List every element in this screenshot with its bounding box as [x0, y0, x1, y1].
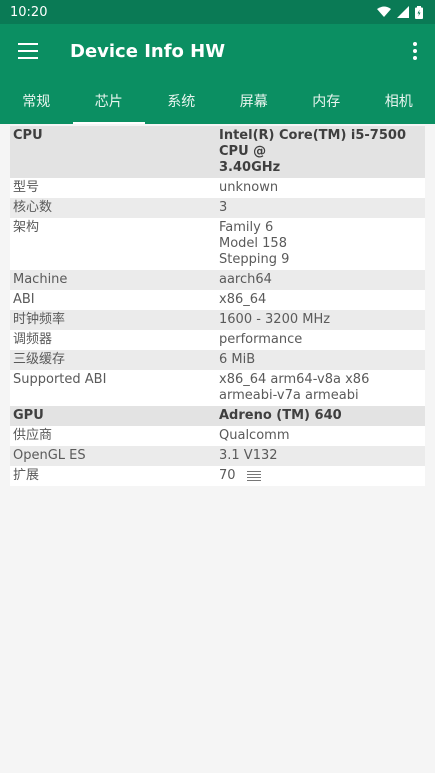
tab-bar: 常规 芯片 系统 屏幕 内存 相机 [0, 78, 435, 124]
row-label: 型号 [13, 180, 40, 195]
cpu-model-value: Intel(R) Core(TM) i5-7500 CPU @ 3.40GHz [216, 126, 425, 178]
row-value: 3 [219, 200, 228, 215]
table-row: 核心数 3 [10, 198, 425, 218]
value-line: Stepping 9 [219, 252, 290, 267]
extensions-value[interactable]: 70 [216, 466, 425, 486]
row-value: Family 6 Model 158 Stepping 9 [216, 218, 425, 270]
row-value: performance [219, 332, 303, 347]
row-value: x86_64 arm64-v8a x86 armeabi-v7a armeabi [216, 370, 425, 406]
gpu-header-label: GPU [13, 408, 44, 423]
cpu-header-row: CPU Intel(R) Core(TM) i5-7500 CPU @ 3.40… [10, 126, 425, 178]
table-row: 调频器 performance [10, 330, 425, 350]
row-label: 三级缓存 [13, 352, 66, 367]
row-value: 6 MiB [219, 352, 256, 367]
row-value: unknown [219, 180, 279, 195]
app-title: Device Info HW [70, 40, 226, 62]
row-value: 1600 - 3200 MHz [219, 312, 331, 327]
row-label: Machine [13, 272, 68, 287]
table-row: 三级缓存 6 MiB [10, 350, 425, 370]
row-label: 时钟频率 [13, 312, 66, 327]
gpu-model-value: Adreno (TM) 640 [219, 408, 342, 423]
table-row: 型号 unknown [10, 178, 425, 198]
table-row: 时钟频率 1600 - 3200 MHz [10, 310, 425, 330]
tab-memory[interactable]: 内存 [290, 78, 363, 124]
battery-icon [415, 5, 423, 19]
row-label: 核心数 [13, 200, 53, 215]
row-value: 3.1 V132 [219, 448, 278, 463]
row-label: 供应商 [13, 428, 53, 443]
cpu-header-label: CPU [13, 128, 43, 143]
chip-info-table: CPU Intel(R) Core(TM) i5-7500 CPU @ 3.40… [10, 126, 425, 486]
tab-general[interactable]: 常规 [0, 78, 73, 124]
value-line: armeabi-v7a armeabi [219, 388, 359, 403]
tab-screen[interactable]: 屏幕 [218, 78, 291, 124]
row-value: aarch64 [219, 272, 272, 287]
value-line: Intel(R) Core(TM) i5-7500 CPU @ [219, 128, 406, 159]
value-line: 3.40GHz [219, 160, 281, 175]
table-row: ABI x86_64 [10, 290, 425, 310]
row-label: ABI [13, 292, 35, 307]
tab-camera[interactable]: 相机 [363, 78, 435, 124]
row-label: 调频器 [13, 332, 53, 347]
more-options-icon[interactable] [411, 42, 419, 60]
row-value: Qualcomm [219, 428, 290, 443]
app-bar: Device Info HW [0, 24, 435, 78]
table-row: 架构 Family 6 Model 158 Stepping 9 [10, 218, 425, 270]
gpu-header-row: GPU Adreno (TM) 640 [10, 406, 425, 426]
status-bar: 10:20 [0, 0, 435, 24]
wifi-icon [377, 6, 391, 17]
row-label: 架构 [13, 220, 40, 235]
row-label: Supported ABI [13, 372, 107, 387]
table-row: Supported ABI x86_64 arm64-v8a x86 armea… [10, 370, 425, 406]
tab-system[interactable]: 系统 [145, 78, 218, 124]
row-value: x86_64 [219, 292, 267, 307]
table-row: OpenGL ES 3.1 V132 [10, 446, 425, 466]
list-icon[interactable] [246, 470, 261, 481]
value-line: Model 158 [219, 236, 287, 251]
row-label: 扩展 [13, 468, 40, 483]
tab-chip[interactable]: 芯片 [72, 78, 146, 124]
hamburger-menu-icon[interactable] [18, 43, 38, 59]
row-label: OpenGL ES [13, 448, 86, 463]
extensions-count: 70 [219, 468, 236, 483]
table-row: 供应商 Qualcomm [10, 426, 425, 446]
status-time: 10:20 [10, 4, 48, 20]
signal-icon [397, 6, 409, 18]
extensions-row[interactable]: 扩展 70 [10, 466, 425, 486]
status-icons [377, 5, 423, 19]
value-line: Family 6 [219, 220, 274, 235]
value-line: x86_64 arm64-v8a x86 [219, 372, 370, 387]
table-row: Machine aarch64 [10, 270, 425, 290]
